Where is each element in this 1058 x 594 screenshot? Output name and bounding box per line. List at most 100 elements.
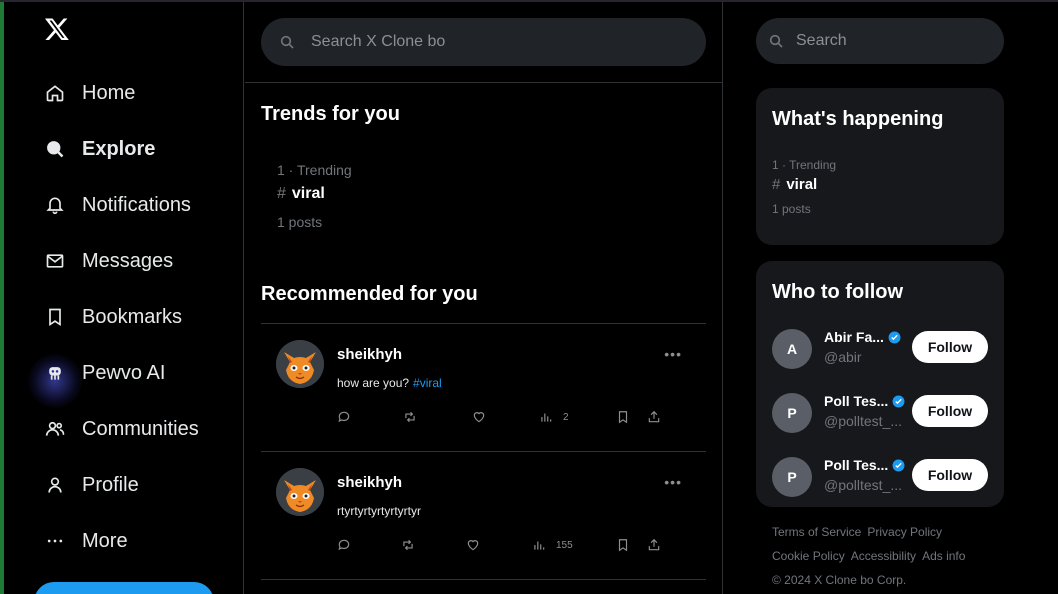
sidebar-item-explore[interactable]: Explore <box>44 131 155 167</box>
sidebar-item-label: Pewvo AI <box>82 361 166 384</box>
follow-suggestion[interactable]: P Poll Tes... @polltest_... Follow <box>772 391 988 435</box>
avatar[interactable] <box>276 468 324 516</box>
follow-button[interactable]: Follow <box>912 331 988 363</box>
envelope-icon <box>44 250 66 272</box>
cat-avatar-icon <box>276 340 324 388</box>
suggestion-name-text: Abir Fa... <box>824 329 884 345</box>
post-body: rtyrtyrtyrtyrtyrtyr <box>337 504 421 518</box>
terms-link[interactable]: Terms of Service <box>772 525 861 539</box>
accessibility-link[interactable]: Accessibility <box>851 549 916 563</box>
post-card[interactable]: sheikhyh ••• rtyrtyrtyrtyrtyrtyr 155 <box>261 452 706 580</box>
post-author[interactable]: sheikhyh <box>337 346 402 363</box>
suggestion-handle: @polltest_... <box>824 477 903 493</box>
hash-icon: # <box>277 185 286 202</box>
whats-happening-title: What's happening <box>772 108 944 130</box>
views-button[interactable]: 2 <box>539 410 569 424</box>
search-input[interactable]: Search X Clone bo <box>261 18 706 66</box>
search-icon <box>44 138 66 160</box>
reply-button[interactable] <box>337 538 351 552</box>
sidebar-item-home[interactable]: Home <box>44 75 135 111</box>
sidebar-item-profile[interactable]: Profile <box>44 467 139 503</box>
follow-suggestion[interactable]: P Poll Tes... @polltest_... Follow <box>772 455 988 499</box>
sidebar-item-label: Messages <box>82 249 174 272</box>
reply-icon <box>338 411 350 423</box>
trend-item[interactable]: # viral <box>277 185 325 203</box>
cookie-link[interactable]: Cookie Policy <box>772 549 845 563</box>
suggestion-name[interactable]: Poll Tes... <box>824 393 905 409</box>
verified-badge-icon <box>892 459 905 471</box>
column-divider-left <box>243 2 244 594</box>
views-button[interactable]: 155 <box>532 538 573 552</box>
avatar[interactable] <box>276 340 324 388</box>
repost-button[interactable] <box>401 538 415 552</box>
bookmark-button[interactable] <box>616 538 630 552</box>
sidebar-item-communities[interactable]: Communities <box>44 411 199 447</box>
sidebar-item-notifications[interactable]: Notifications <box>44 187 191 223</box>
search-icon <box>768 33 784 49</box>
copyright: © 2024 X Clone bo Corp. <box>772 573 907 587</box>
repost-button[interactable] <box>403 410 417 424</box>
repost-icon <box>403 539 413 551</box>
trend-post-count: 1 posts <box>277 214 323 230</box>
footer-links-row: Terms of Service Privacy Policy <box>772 525 942 539</box>
like-button[interactable] <box>472 410 486 424</box>
right-column: Search What's happening 1 · Trending # v… <box>724 2 1058 594</box>
avatar[interactable]: A <box>772 329 812 369</box>
like-button[interactable] <box>466 538 480 552</box>
post-text: how are you? #viral <box>337 376 442 390</box>
follow-button[interactable]: Follow <box>912 459 988 491</box>
verified-badge-icon <box>892 395 905 407</box>
bookmark-button[interactable] <box>616 410 630 424</box>
x-logo-icon[interactable] <box>44 16 74 46</box>
trend-item[interactable]: # viral <box>772 176 817 193</box>
suggestion-name[interactable]: Poll Tes... <box>824 457 905 473</box>
sidebar-item-label: Notifications <box>82 193 191 216</box>
follow-button[interactable]: Follow <box>912 395 988 427</box>
trend-tag-label: viral <box>786 176 818 193</box>
follow-suggestion[interactable]: A Abir Fa... @abir Follow <box>772 327 988 371</box>
post-button[interactable] <box>34 582 214 594</box>
cat-avatar-icon <box>276 468 324 516</box>
trend-tag-label: viral <box>291 185 325 202</box>
ai-bot-icon <box>44 362 66 384</box>
post-card[interactable]: sheikhyh ••• how are you? #viral 2 <box>261 324 706 452</box>
post-hashtag-link[interactable]: #viral <box>413 376 442 390</box>
suggestion-name-text: Poll Tes... <box>824 393 889 409</box>
sidebar-item-messages[interactable]: Messages <box>44 243 173 279</box>
trends-heading: Trends for you <box>261 103 400 125</box>
suggestion-handle: @abir <box>824 349 862 365</box>
avatar[interactable]: P <box>772 393 812 433</box>
sidebar-item-bookmarks[interactable]: Bookmarks <box>44 299 182 335</box>
post-divider <box>261 579 706 580</box>
post-author[interactable]: sheikhyh <box>337 474 402 491</box>
ads-info-link[interactable]: Ads info <box>922 549 965 563</box>
reply-icon <box>338 539 350 551</box>
header-divider <box>245 82 723 83</box>
whats-happening-card: What's happening 1 · Trending # viral 1 … <box>756 88 1004 245</box>
sidebar-item-label: Communities <box>82 417 199 440</box>
share-button[interactable] <box>647 410 661 424</box>
repost-icon <box>405 411 415 423</box>
more-options-icon[interactable]: ••• <box>664 474 682 490</box>
recommended-heading: Recommended for you <box>261 283 478 305</box>
heart-icon <box>473 412 485 423</box>
post-actions: 2 <box>337 410 667 428</box>
reply-button[interactable] <box>337 410 351 424</box>
share-icon <box>648 410 660 423</box>
search-input[interactable]: Search <box>756 18 1004 64</box>
trend-post-count: 1 posts <box>772 202 811 216</box>
sidebar-item-label: More <box>82 529 128 552</box>
sidebar: Home Explore Notifications Messages Book… <box>4 2 244 594</box>
sidebar-item-more[interactable]: More <box>44 523 128 559</box>
share-button[interactable] <box>647 538 661 552</box>
suggestion-name-text: Poll Tes... <box>824 457 889 473</box>
privacy-link[interactable]: Privacy Policy <box>867 525 942 539</box>
more-options-icon[interactable]: ••• <box>664 346 682 362</box>
post-text: rtyrtyrtyrtyrtyrtyr <box>337 504 421 518</box>
search-icon <box>279 34 295 50</box>
bookmark-icon <box>44 306 66 328</box>
sidebar-item-label: Bookmarks <box>82 305 183 328</box>
suggestion-name[interactable]: Abir Fa... <box>824 329 901 345</box>
sidebar-item-pewvo-ai[interactable]: Pewvo AI <box>44 355 165 391</box>
avatar[interactable]: P <box>772 457 812 497</box>
